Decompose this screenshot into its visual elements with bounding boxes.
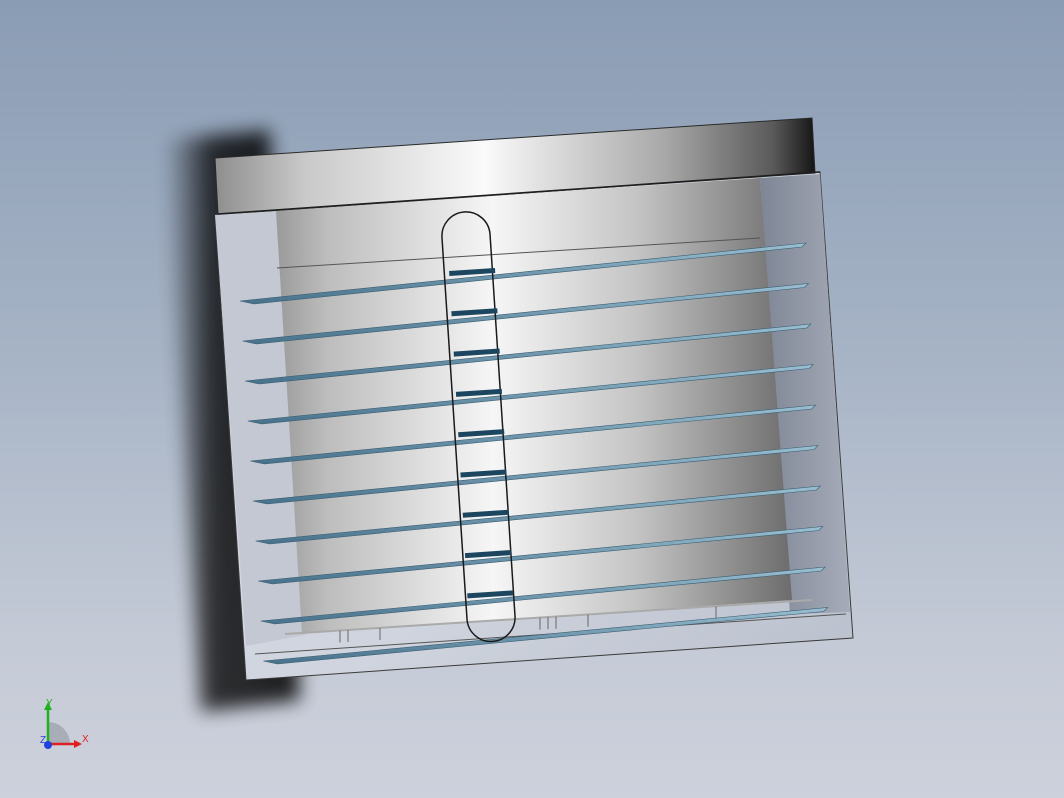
x-axis-label: X <box>82 734 89 745</box>
model-view[interactable] <box>0 0 1064 798</box>
triad-base-shape <box>48 722 70 744</box>
y-axis-label: Y <box>46 698 53 709</box>
axis-triad: Y X Z <box>30 696 100 760</box>
x-axis-arrow <box>74 740 82 748</box>
z-axis-label: Z <box>40 735 46 746</box>
graphics-viewport[interactable]: Y X Z <box>0 0 1064 798</box>
cylinder-body[interactable] <box>276 178 792 634</box>
